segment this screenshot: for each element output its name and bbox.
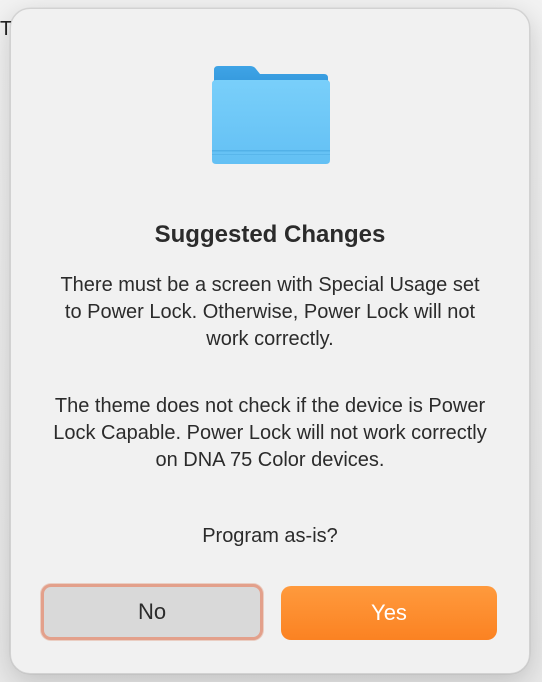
yes-button[interactable]: Yes xyxy=(281,586,497,640)
dialog-prompt: Program as-is? xyxy=(202,525,338,547)
dialog-message-2: The theme does not check if the device i… xyxy=(53,395,487,471)
dialog-message-1: There must be a screen with Special Usag… xyxy=(60,274,480,350)
folder-icon xyxy=(212,66,330,164)
yes-button-label: Yes xyxy=(371,600,407,625)
alert-dialog: Suggested Changes There must be a screen… xyxy=(10,8,530,674)
no-button-label: No xyxy=(137,599,167,624)
dialog-title: Suggested Changes xyxy=(154,221,386,248)
no-button[interactable]: No xyxy=(41,584,263,640)
